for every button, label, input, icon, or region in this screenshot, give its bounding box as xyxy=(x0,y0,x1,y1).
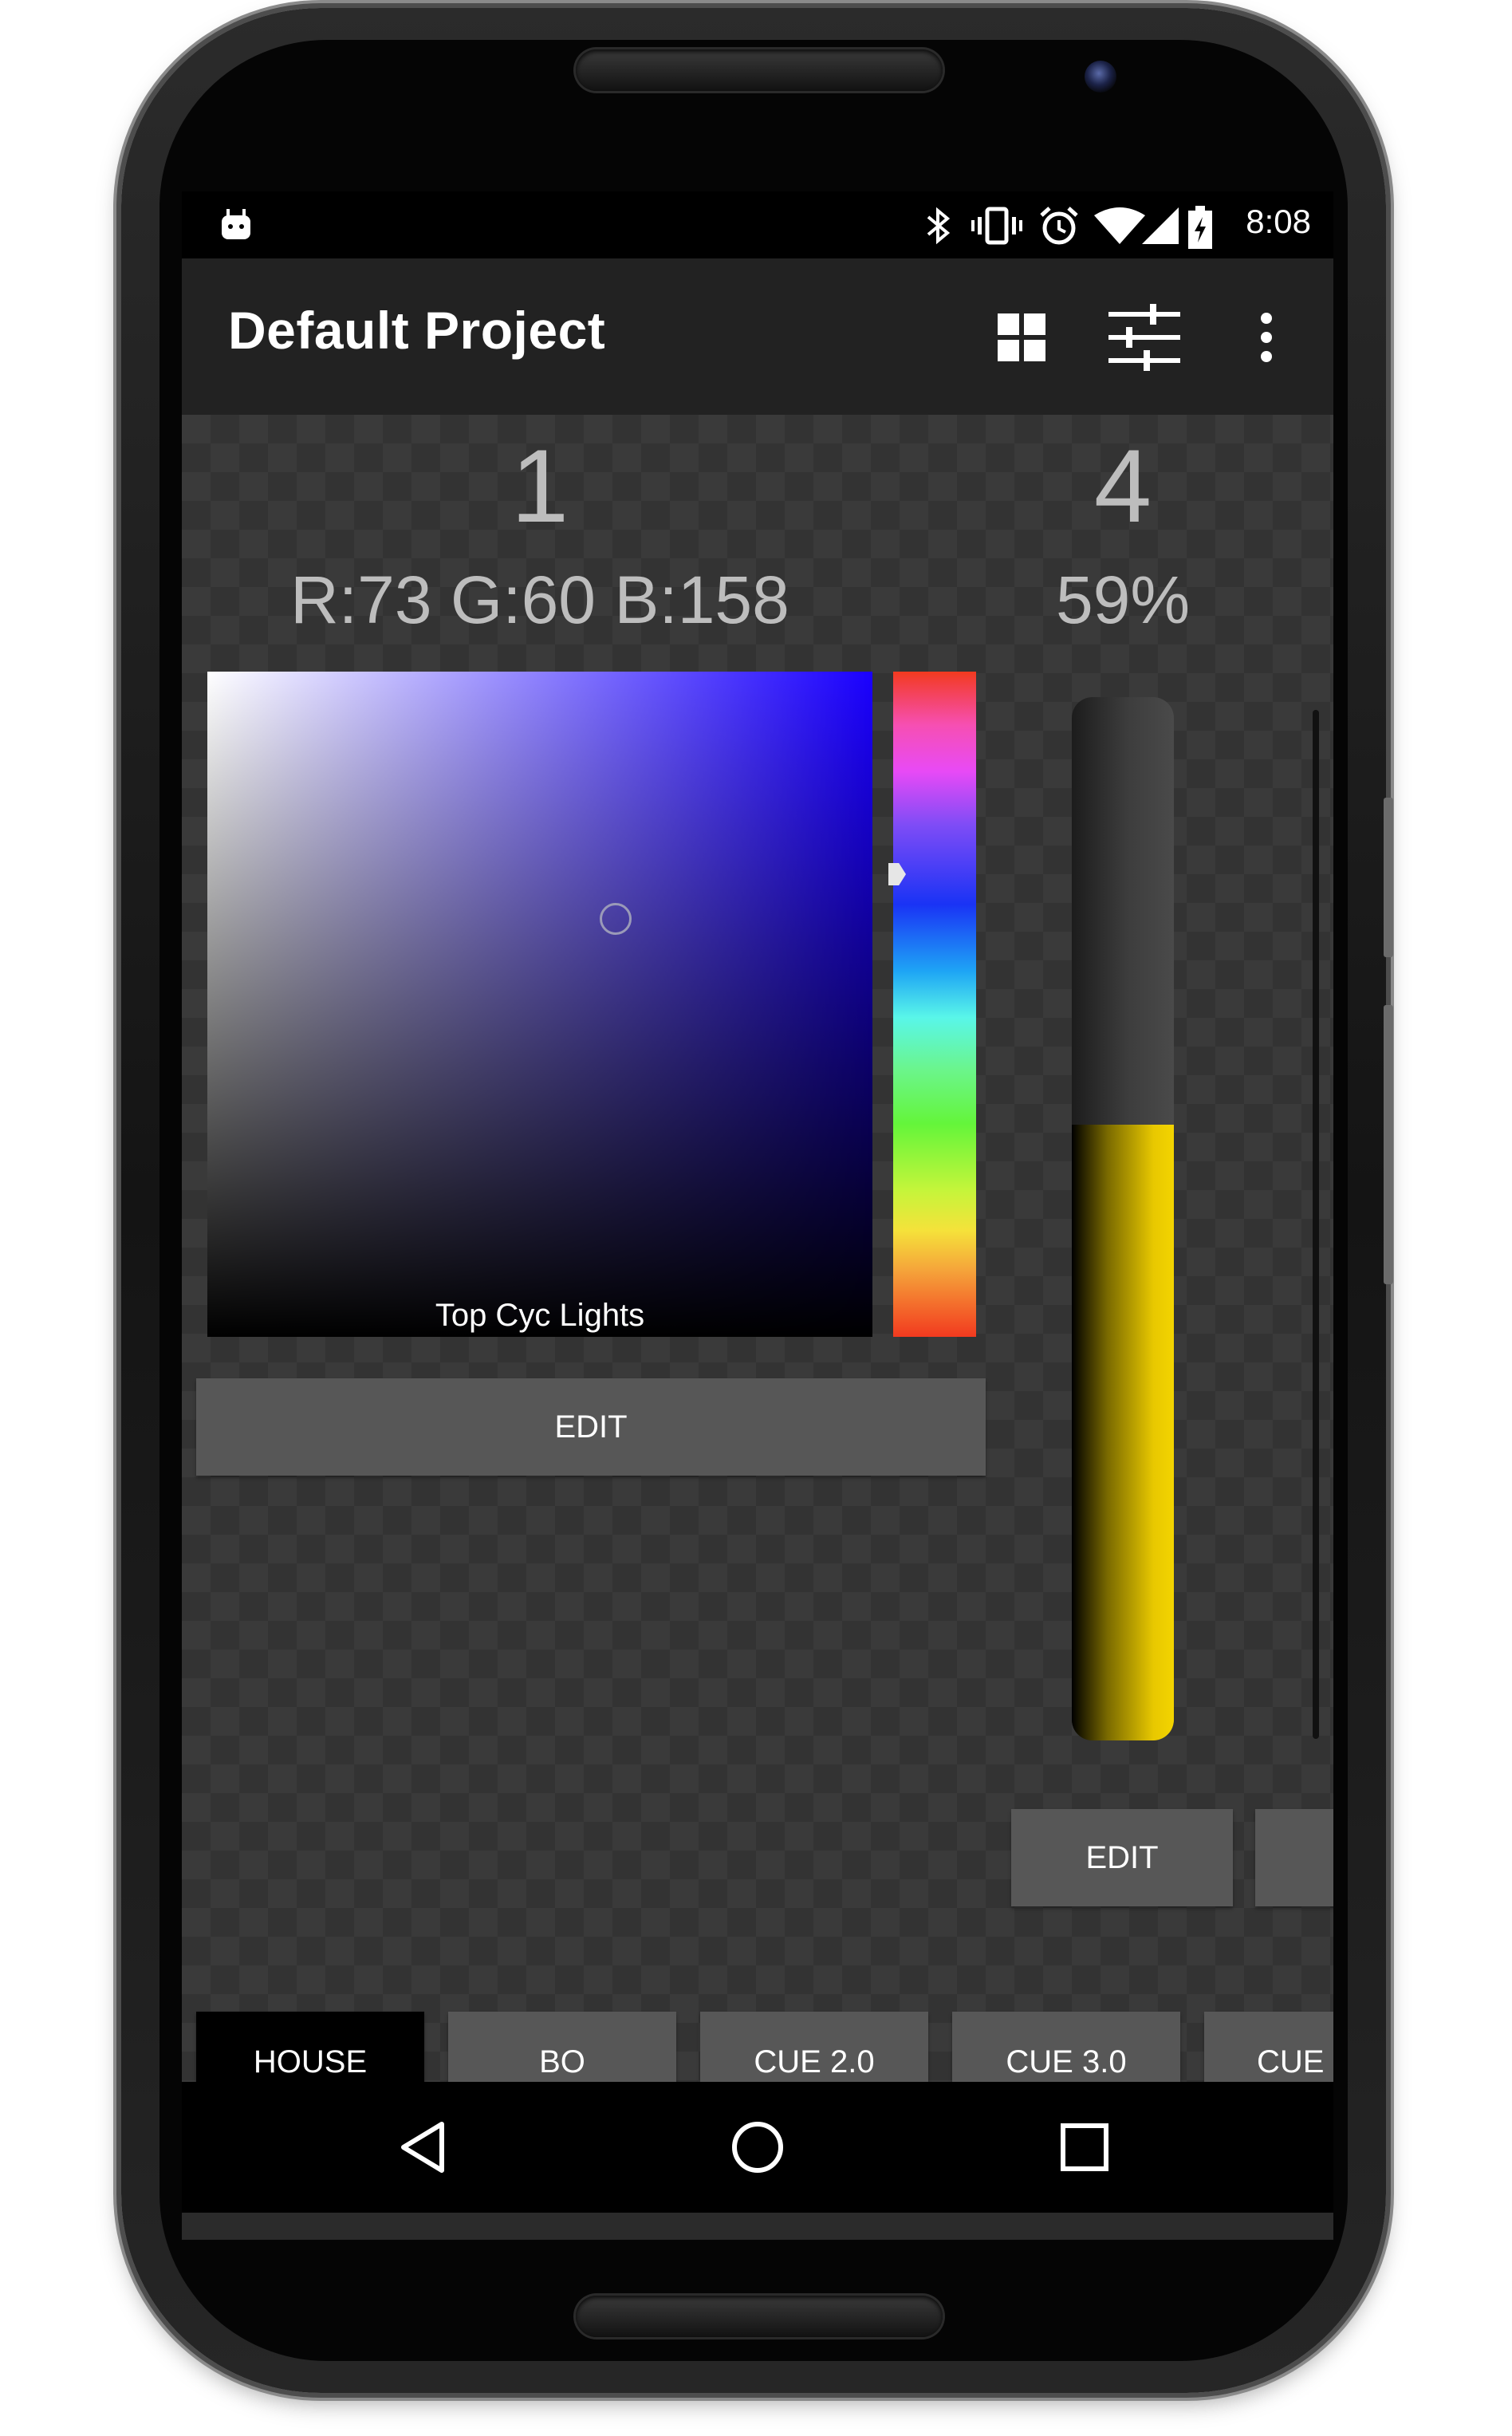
home-icon[interactable] xyxy=(718,2107,797,2187)
fixture-level-value: 59% xyxy=(1055,562,1191,637)
sliders-icon[interactable] xyxy=(1108,302,1180,373)
bottom-speaker xyxy=(576,2296,943,2337)
wifi-icon xyxy=(1094,206,1145,249)
signal-icon xyxy=(1140,206,1180,249)
earpiece-speaker xyxy=(576,49,943,91)
status-time: 8:08 xyxy=(1246,203,1311,240)
next-fixture-edge xyxy=(1313,710,1319,1739)
navigation-bar xyxy=(182,2082,1333,2213)
power-button xyxy=(1384,798,1393,957)
alarm-icon xyxy=(1038,206,1080,249)
color-picker-square[interactable]: Top Cyc Lights xyxy=(207,672,872,1337)
edit-button[interactable]: EDIT xyxy=(196,1378,986,1476)
screen: 8:08 Default Project 1 R:73 G:60 B:158 T… xyxy=(182,191,1333,2240)
fixture-color-value: R:73 G:60 B:158 xyxy=(290,562,789,637)
recents-icon[interactable] xyxy=(1045,2107,1124,2187)
fixture-name: Top Cyc Lights xyxy=(435,1298,645,1333)
edit-button[interactable]: EDIT xyxy=(1011,1809,1233,1906)
app-bar: Default Project xyxy=(182,258,1333,415)
fixture-number: 1 xyxy=(510,428,569,544)
intensity-fader[interactable] xyxy=(1072,697,1174,1740)
volume-button xyxy=(1384,1005,1393,1284)
battery-charging-icon xyxy=(1188,206,1212,252)
fixture-panel: 1 R:73 G:60 B:158 Top Cyc Lights EDIT 4 … xyxy=(182,415,1333,2104)
back-icon[interactable] xyxy=(383,2107,463,2187)
color-picker-cursor[interactable] xyxy=(600,903,632,935)
status-bar: 8:08 xyxy=(182,191,1333,258)
overflow-menu-icon[interactable] xyxy=(1242,302,1290,373)
front-camera xyxy=(1085,61,1116,93)
edit-button-partial[interactable] xyxy=(1255,1809,1333,1906)
fixture-number: 4 xyxy=(1093,428,1152,544)
bluetooth-icon xyxy=(925,206,952,249)
vibrate-icon xyxy=(971,206,1022,249)
hue-slider[interactable] xyxy=(893,672,976,1337)
grid-view-icon[interactable] xyxy=(986,302,1057,373)
app-title: Default Project xyxy=(228,301,606,360)
android-debug-icon xyxy=(219,207,254,246)
intensity-fader-fill xyxy=(1072,1125,1174,1740)
